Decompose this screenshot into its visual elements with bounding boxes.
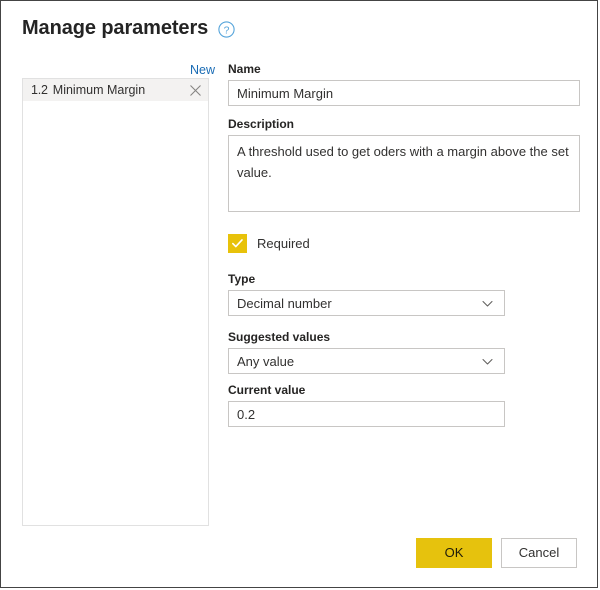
close-icon[interactable] (189, 84, 202, 97)
dialog-footer: OK Cancel (416, 538, 577, 568)
svg-text:?: ? (224, 24, 230, 36)
suggested-values-dropdown[interactable]: Any value (228, 348, 505, 374)
help-circle-icon[interactable]: ? (218, 21, 235, 38)
chevron-down-icon (481, 297, 494, 310)
current-value-input[interactable] (228, 401, 505, 427)
description-textarea[interactable] (228, 135, 580, 212)
suggested-values-label: Suggested values (228, 330, 331, 344)
dialog-header: Manage parameters ? (22, 15, 235, 41)
new-parameter-link[interactable]: New (190, 62, 215, 78)
current-value-label: Current value (228, 383, 306, 397)
parameter-list: 1.2 Minimum Margin (22, 78, 209, 526)
type-label: Type (228, 272, 256, 286)
name-label: Name (228, 62, 261, 76)
list-item-label: Minimum Margin (52, 83, 146, 97)
cancel-button[interactable]: Cancel (501, 538, 577, 568)
type-dropdown[interactable]: Decimal number (228, 290, 505, 316)
type-dropdown-value: Decimal number (237, 295, 332, 311)
required-label: Required (257, 235, 310, 251)
description-label: Description (228, 117, 295, 131)
page-title: Manage parameters (22, 17, 209, 39)
parameter-form: Name Description Required Type Decimal n… (228, 61, 580, 427)
required-checkbox-row[interactable]: Required (228, 234, 310, 253)
ok-button[interactable]: OK (416, 538, 492, 568)
required-checkbox[interactable] (228, 234, 247, 253)
chevron-down-icon (481, 355, 494, 368)
parameter-type-badge: 1.2 (31, 83, 48, 97)
list-item[interactable]: 1.2 Minimum Margin (23, 79, 208, 101)
manage-parameters-dialog: Manage parameters ? New 1.2 Minimum Marg… (0, 0, 598, 588)
checkmark-icon (232, 239, 243, 248)
name-input[interactable] (228, 80, 580, 106)
suggested-values-dropdown-value: Any value (237, 353, 295, 369)
